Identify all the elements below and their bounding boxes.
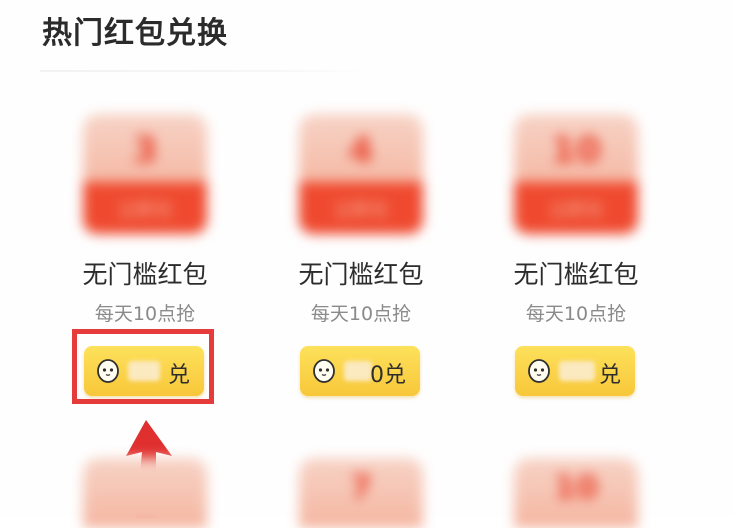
redpacket-preview-1[interactable] — [83, 458, 207, 528]
redpacket-top: 7 — [299, 458, 423, 528]
redeem-button[interactable]: 0兑 — [300, 346, 420, 396]
card-name: 无门槛红包 — [513, 260, 639, 289]
redpacket-card-2[interactable]: 4 立即兑 无门槛红包 每天10点抢 0兑 — [276, 98, 446, 408]
redpacket-top: 4 — [299, 114, 423, 192]
redpacket-caption: 立即兑 — [549, 200, 603, 221]
redpacket-caption: 立即兑 — [334, 200, 388, 221]
redeem-label: 兑 — [598, 363, 621, 388]
coin-icon — [313, 359, 335, 383]
redpacket-top: 3 — [83, 114, 207, 192]
redpacket-caption: 立即兑 — [118, 200, 172, 221]
redpacket-amount: 4 — [348, 130, 374, 171]
redpacket-preview-3[interactable]: 10 — [514, 458, 638, 528]
redpacket-top: 10 — [514, 114, 638, 192]
redpacket-amount: 10 — [553, 468, 599, 506]
redpacket-top — [83, 458, 207, 528]
redpacket-image[interactable]: 3 立即兑 — [83, 114, 207, 234]
card-subtitle: 每天10点抢 — [94, 303, 196, 325]
redpacket-bottom: 立即兑 — [514, 182, 638, 234]
title-divider — [40, 70, 370, 72]
coin-icon — [528, 359, 550, 383]
masked-coin-amount — [344, 361, 372, 381]
redpacket-amount: 10 — [550, 130, 602, 171]
redpacket-bottom: 立即兑 — [299, 182, 423, 234]
redpacket-bottom: 立即兑 — [83, 182, 207, 234]
redpacket-amount: 7 — [349, 468, 373, 506]
card-subtitle: 每天10点抢 — [525, 303, 627, 325]
app-screen: 热门红包兑换 3 立即兑 无门槛红包 每天10点抢 兑 4 立即兑 无门槛红包 … — [0, 0, 733, 528]
redpacket-preview-2[interactable]: 7 — [299, 458, 423, 528]
section-title: 热门红包兑换 — [42, 16, 228, 51]
redpacket-image[interactable]: 4 立即兑 — [299, 114, 423, 234]
redpacket-card-3[interactable]: 10 立即兑 无门槛红包 每天10点抢 兑 — [491, 98, 661, 408]
redpacket-top: 10 — [514, 458, 638, 528]
card-name: 无门槛红包 — [82, 260, 208, 289]
redeem-label: 0兑 — [370, 363, 406, 388]
masked-coin-amount — [559, 361, 595, 381]
redeem-button[interactable]: 兑 — [515, 346, 635, 396]
card-subtitle: 每天10点抢 — [310, 303, 412, 325]
highlight-box — [72, 329, 214, 404]
redpacket-amount: 3 — [132, 130, 158, 171]
redpacket-image[interactable]: 10 立即兑 — [514, 114, 638, 234]
card-name: 无门槛红包 — [298, 260, 424, 289]
